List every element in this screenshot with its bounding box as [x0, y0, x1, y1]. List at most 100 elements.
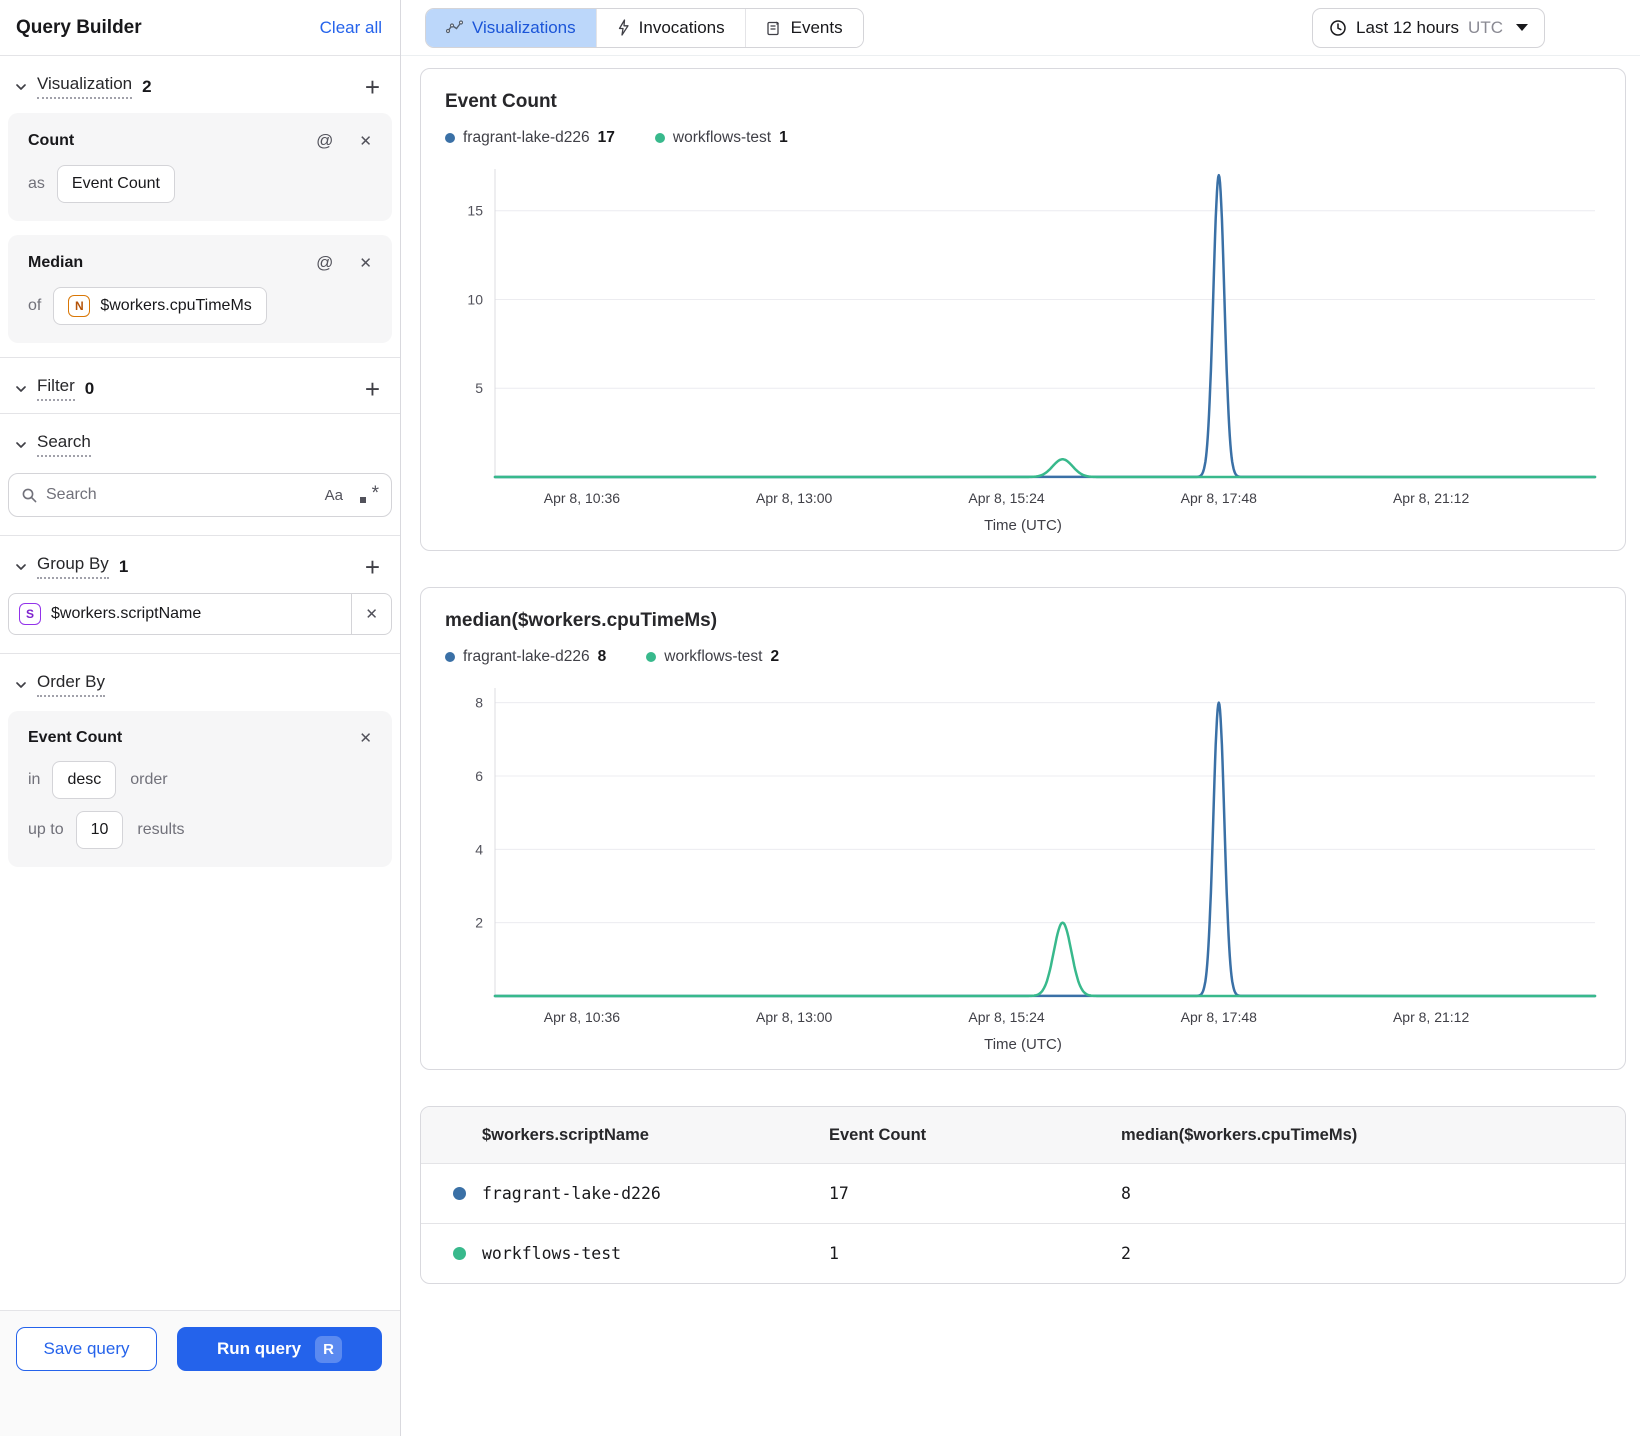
legend-name: fragrant-lake-d226	[463, 129, 590, 146]
tab-visualizations[interactable]: Visualizations	[426, 8, 596, 47]
chevron-down-icon[interactable]	[13, 437, 29, 453]
at-field-icon[interactable]: @	[316, 131, 333, 151]
regex-icon[interactable]: *	[359, 483, 379, 504]
column-header: Event Count	[829, 1125, 927, 1144]
x-axis-title: Time (UTC)	[984, 1036, 1062, 1053]
of-label: of	[28, 297, 42, 314]
visualization-card-count: Count @ ✕ as Event Count	[8, 113, 392, 221]
svg-text:Apr 8, 15:24: Apr 8, 15:24	[968, 490, 1044, 506]
search-input[interactable]	[46, 486, 325, 504]
search-box: Aa *	[8, 473, 392, 517]
script-name-cell: fragrant-lake-d226	[453, 1184, 829, 1203]
run-query-button[interactable]: Run query R	[177, 1327, 382, 1371]
legend-value: 2	[770, 648, 780, 665]
close-icon[interactable]: ✕	[359, 132, 372, 150]
chevron-down-icon[interactable]	[13, 79, 29, 95]
aggregation-title: Median	[28, 254, 84, 271]
legend-value: 17	[597, 129, 615, 146]
svg-text:Apr 8, 21:12: Apr 8, 21:12	[1393, 490, 1469, 506]
event-count-value: 17	[829, 1184, 849, 1203]
page-title: Query Builder	[16, 16, 142, 38]
legend-item[interactable]: fragrant-lake-d226 8	[445, 648, 606, 666]
svg-text:Apr 8, 15:24: Apr 8, 15:24	[968, 1009, 1044, 1025]
up-to-label: up to	[28, 821, 64, 838]
legend-name: fragrant-lake-d226	[463, 648, 590, 665]
chevron-down-icon[interactable]	[13, 559, 29, 575]
svg-text:Apr 8, 13:00: Apr 8, 13:00	[756, 490, 832, 506]
clock-icon	[1329, 19, 1347, 37]
event-count-value: 1	[829, 1244, 839, 1263]
legend-name: workflows-test	[664, 648, 763, 665]
search-section-label[interactable]: Search	[37, 432, 91, 457]
filter-section-header: Filter 0 +	[0, 358, 400, 413]
series-dot-blue	[445, 133, 455, 143]
chart-title: Event Count	[445, 91, 557, 112]
save-query-button[interactable]: Save query	[16, 1327, 157, 1371]
median-value: 2	[1121, 1244, 1131, 1263]
filter-count: 0	[84, 378, 95, 398]
series-dot-green	[654, 133, 665, 143]
svg-text:Apr 8, 10:36: Apr 8, 10:36	[544, 490, 620, 506]
remove-group-by-icon[interactable]: ✕	[351, 594, 391, 634]
table-row[interactable]: workflows-test 1 2	[421, 1223, 1625, 1283]
script-name: workflows-test	[482, 1244, 622, 1263]
timezone-label: UTC	[1468, 17, 1503, 37]
legend-value: 1	[779, 129, 788, 146]
svg-text:8: 8	[475, 695, 483, 711]
script-name: fragrant-lake-d226	[482, 1184, 661, 1203]
svg-text:Apr 8, 21:12: Apr 8, 21:12	[1393, 1009, 1469, 1025]
field-name: $workers.cpuTimeMs	[100, 297, 252, 314]
limit-input[interactable]: 10	[75, 811, 124, 849]
group-by-item[interactable]: S $workers.scriptName ✕	[8, 593, 392, 635]
tab-events[interactable]: Events	[744, 8, 863, 47]
line-chart: 2 4 6 8 Apr 8, 10:36 Apr 8, 13:00 Apr 8, 15:24…	[475, 688, 1597, 1025]
order-by-field: Event Count	[28, 729, 123, 746]
series-dot-green	[646, 652, 657, 662]
clear-all-button[interactable]: Clear all	[320, 18, 382, 38]
add-filter-button[interactable]: +	[365, 376, 380, 402]
close-icon[interactable]: ✕	[359, 254, 372, 272]
filter-section-label[interactable]: Filter	[37, 376, 75, 401]
line-chart-icon	[446, 20, 463, 35]
legend-item[interactable]: fragrant-lake-d226 17	[445, 129, 615, 147]
topbar: Visualizations Invocations Events Last 1…	[401, 0, 1640, 56]
match-case-icon[interactable]: Aa	[325, 487, 343, 504]
chart-card-event-count: Event Count fragrant-lake-d226 17 workfl…	[420, 68, 1626, 551]
x-axis-title: Time (UTC)	[984, 517, 1062, 534]
field-selector[interactable]: N $workers.cpuTimeMs	[53, 287, 267, 325]
add-group-by-button[interactable]: +	[365, 554, 380, 580]
order-label: order	[130, 771, 168, 788]
at-field-icon[interactable]: @	[316, 253, 333, 273]
table-row[interactable]: fragrant-lake-d226 17 8	[421, 1163, 1625, 1223]
order-by-section-label[interactable]: Order By	[37, 672, 106, 697]
legend-item[interactable]: workflows-test 1	[654, 129, 788, 147]
chart-card-median: median($workers.cpuTimeMs) fragrant-lake…	[420, 587, 1626, 1070]
time-range-dropdown[interactable]: Last 12 hours UTC	[1312, 7, 1545, 48]
string-type-icon: S	[19, 603, 41, 625]
tab-label: Visualizations	[472, 17, 576, 37]
direction-selector[interactable]: desc	[52, 761, 117, 799]
chevron-down-icon[interactable]	[13, 677, 29, 693]
group-by-section-label[interactable]: Group By	[37, 554, 109, 579]
series-dot-blue	[445, 652, 455, 662]
number-type-icon: N	[68, 295, 91, 317]
svg-text:Apr 8, 10:36: Apr 8, 10:36	[544, 1009, 620, 1025]
close-icon[interactable]: ✕	[359, 729, 372, 747]
column-header: $workers.scriptName	[482, 1125, 649, 1144]
in-label: in	[28, 771, 41, 788]
chevron-down-icon[interactable]	[13, 381, 29, 397]
svg-text:Apr 8, 17:48: Apr 8, 17:48	[1181, 1009, 1257, 1025]
visualization-section-label[interactable]: Visualization	[37, 74, 133, 99]
search-icon	[21, 487, 38, 504]
add-visualization-button[interactable]: +	[365, 74, 380, 100]
group-by-field: $workers.scriptName	[51, 605, 202, 622]
legend-item[interactable]: workflows-test 2	[646, 648, 779, 666]
time-range-value: Last 12 hours	[1356, 17, 1460, 37]
alias-input[interactable]: Event Count	[56, 165, 175, 203]
aggregation-title: Count	[28, 132, 75, 149]
legend-name: workflows-test	[672, 129, 772, 146]
tab-invocations[interactable]: Invocations	[595, 8, 745, 47]
run-shortcut-badge: R	[315, 1335, 343, 1363]
run-query-label: Run query	[216, 1339, 302, 1358]
visualization-card-median: Median @ ✕ of N $workers.cpuTimeMs	[8, 235, 392, 343]
